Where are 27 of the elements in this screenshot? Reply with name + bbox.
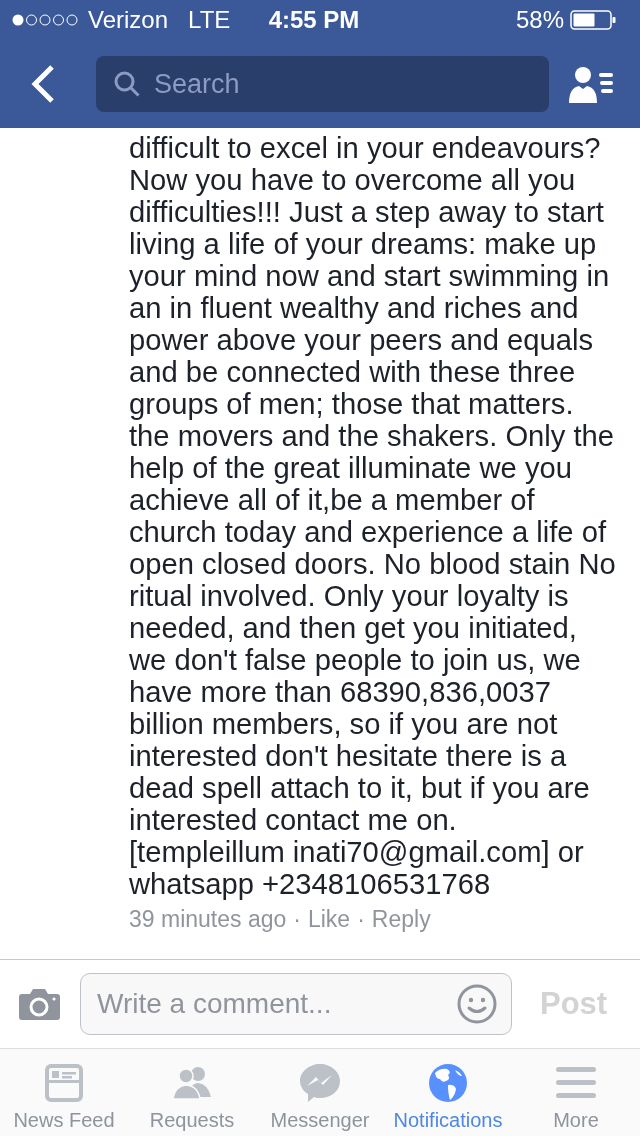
search-icon	[114, 71, 140, 97]
tab-bar-item[interactable]: More	[512, 1049, 640, 1136]
tab-bar-item[interactable]: Requests	[128, 1049, 256, 1136]
smiley-icon[interactable]	[457, 984, 497, 1024]
tab-bar-item[interactable]: Notifications	[384, 1049, 512, 1136]
tab-bar-item[interactable]: Messenger	[256, 1049, 384, 1136]
battery-icon	[570, 10, 616, 30]
camera-icon[interactable]	[18, 987, 61, 1021]
back-icon[interactable]	[30, 64, 56, 104]
tab-bar-item[interactable]: News Feed	[0, 1049, 128, 1136]
meta-separator: ·	[293, 905, 301, 933]
signal-icon	[12, 14, 78, 26]
chat-bubble-icon	[299, 1063, 341, 1103]
search-field[interactable]: Search	[96, 56, 549, 112]
globe-icon	[427, 1063, 469, 1103]
comment-text: difficult to excel in your endeavours? Now you have to overcome all you difficulties!!! Just a step away to start living a life of your dreams: make up your mind now and start swimming in an in fluent wealthy and riches and power above your peers and equals and be connected with these three groups of men; those that matters. the movers and the shakers. Only the help of the great illuminate we you achieve all of it,be a member of church today and experience a life of open closed doors. No blood stain No ritual involved. Only your loyalty is needed, and then get you initiated, we don't false people to join us, we have more than 68390,836,0037 billion members, so if you are not interested don't hesitate there is a dead spell attach to it, but if you are interested contact me on. [templeillum inati70@gmail.com] or whatsapp +2348106531768	[129, 132, 617, 900]
comment-time: 39 minutes ago	[129, 905, 287, 933]
network-type: LTE	[188, 6, 231, 34]
page-icon	[43, 1063, 85, 1103]
person-list-icon[interactable]	[568, 65, 616, 103]
carrier-name: Verizon	[88, 6, 169, 34]
comment-action-link[interactable]: Like	[307, 905, 351, 933]
comment-input-field[interactable]: Write a comment...	[80, 973, 512, 1035]
meta-separator: ·	[357, 905, 365, 933]
status-time: 4:55 PM	[268, 6, 360, 34]
battery-percent: 58%	[515, 6, 564, 34]
comment-action-link[interactable]: Reply	[371, 905, 431, 933]
